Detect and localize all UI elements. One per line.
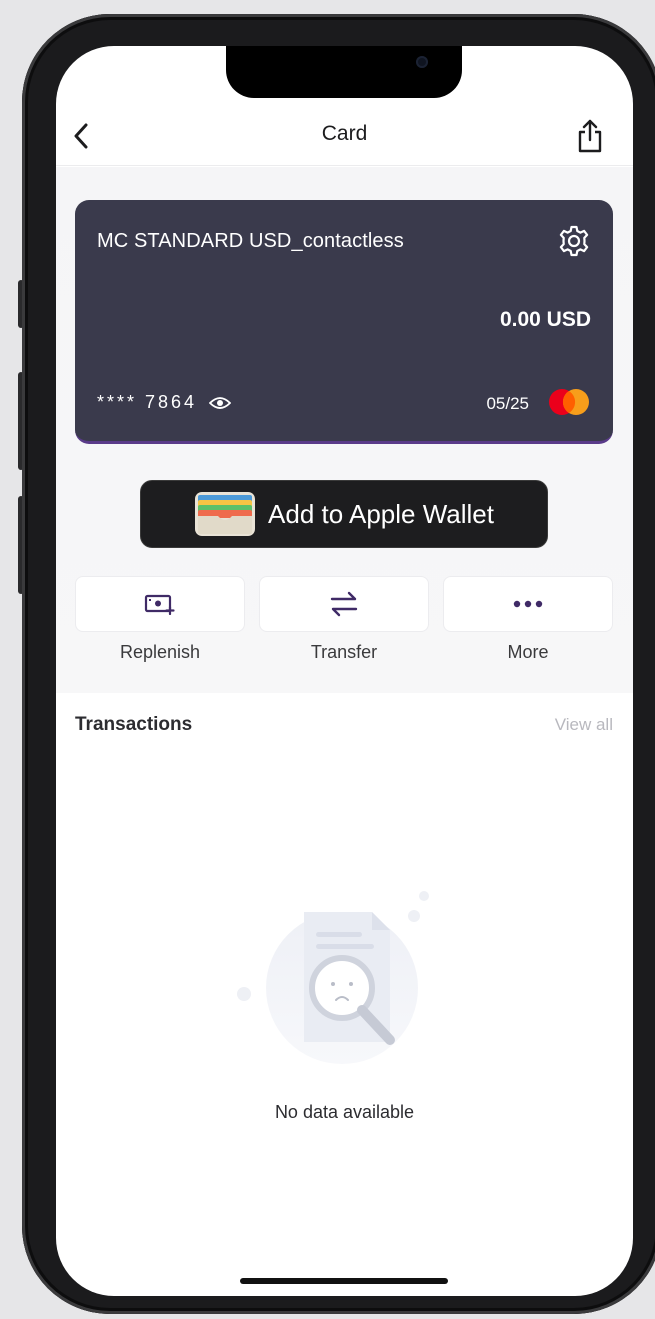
transfer-action[interactable]: Transfer [259,576,429,676]
more-label: More [507,642,549,662]
wallet-button-label: Add to Apple Wallet [268,498,494,529]
page-title: Card [321,122,368,145]
bank-card[interactable]: MC STANDARD USD_contactless 0.00 USD ***… [75,200,613,444]
more-action[interactable]: More [443,576,613,676]
replenish-action[interactable]: Replenish [75,576,245,676]
eye-icon[interactable] [209,395,232,411]
add-to-apple-wallet-button[interactable]: Add to Apple Wallet [140,480,548,548]
home-indicator[interactable] [240,1278,448,1284]
share-icon [578,119,602,153]
replenish-label: Replenish [119,642,201,662]
wallet-icon [195,492,256,536]
replenish-button[interactable] [75,576,245,632]
view-all-link[interactable]: View all [555,715,613,735]
card-expiry: 05/25 [486,394,529,413]
transactions-title: Transactions [75,714,193,735]
notch [226,46,462,98]
transactions-header: Transactions View all [75,714,613,744]
navigation-bar: Card [56,106,633,166]
mastercard-logo-icon [549,389,589,415]
empty-state-text: No data available [274,1102,415,1122]
transfer-label: Transfer [310,642,378,662]
card-settings-button[interactable] [557,224,591,258]
more-button[interactable] [443,576,613,632]
gear-icon [559,225,589,257]
no-data-illustration-icon [237,891,429,1064]
phone-screen: Card MC STANDARD USD_contactless 0.00 US… [56,46,633,1296]
card-name: MC STANDARD USD_contactless [97,230,404,252]
share-button[interactable] [575,118,605,154]
replenish-icon [144,594,175,615]
card-balance: 0.00 USD [499,308,591,331]
more-dots-icon [513,600,543,608]
transfer-button[interactable] [259,576,429,632]
masked-card-number: **** 7864 [97,392,198,412]
card-number-row: **** 7864 [97,392,232,413]
front-camera [416,56,428,68]
card-actions: Replenish Transfer More [75,576,613,676]
transfer-arrows-icon [330,591,358,617]
